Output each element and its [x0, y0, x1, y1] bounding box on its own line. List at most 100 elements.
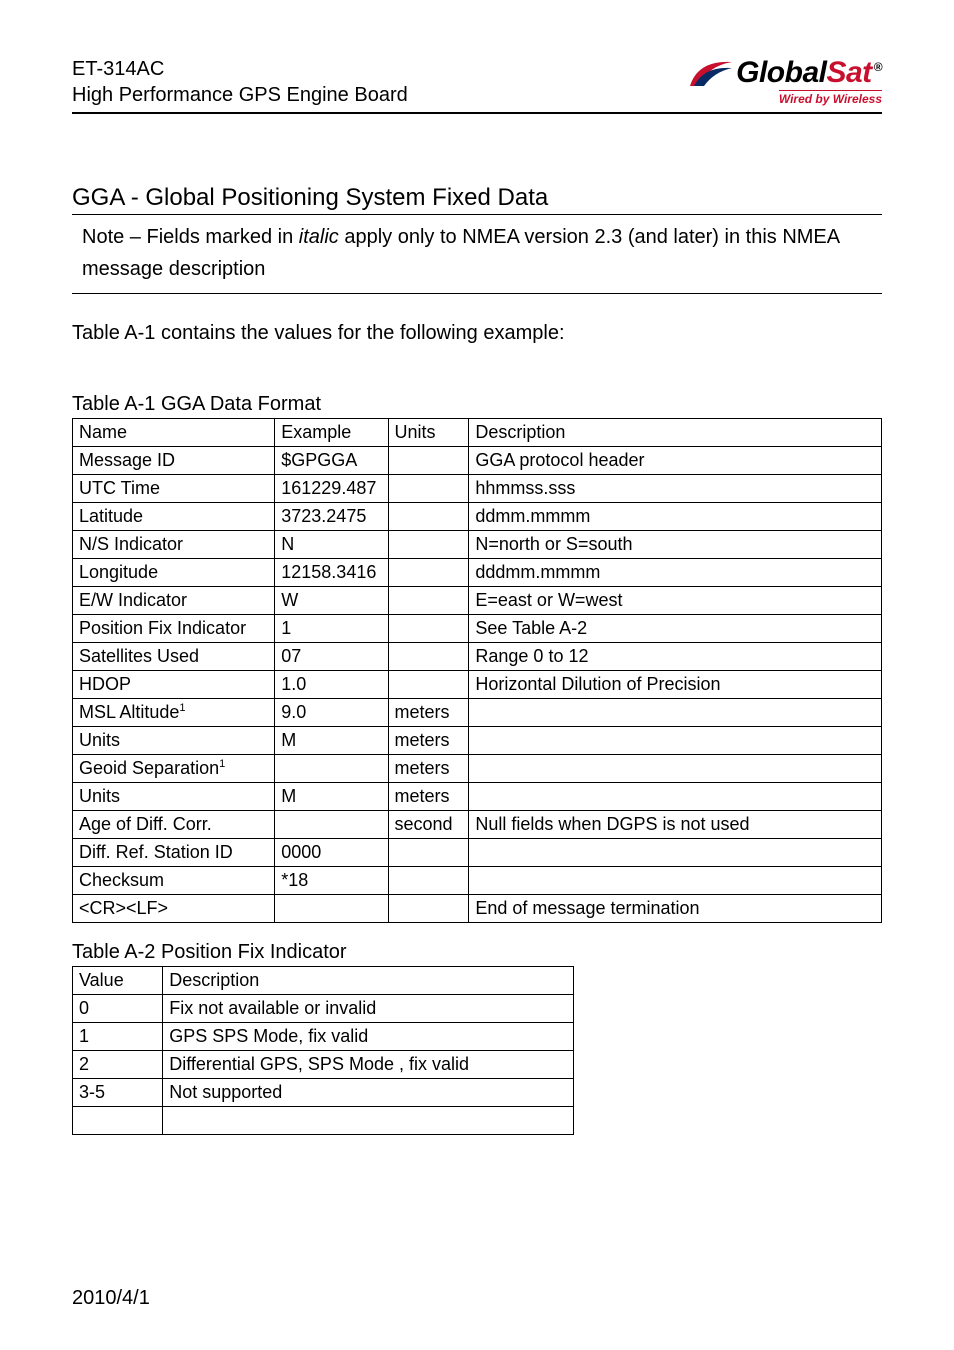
note-italic-word: italic — [299, 226, 339, 248]
product-desc: High Performance GPS Engine Board — [72, 82, 408, 108]
table-cell: M — [275, 783, 388, 811]
table-cell: GPS SPS Mode, fix valid — [163, 1023, 574, 1051]
th-units: Units — [388, 419, 469, 447]
table-cell: 1.0 — [275, 671, 388, 699]
table-cell: dddmm.mmmm — [469, 559, 882, 587]
table-cell: Units — [73, 783, 275, 811]
table-cell: UTC Time — [73, 475, 275, 503]
table-cell: Null fields when DGPS is not used — [469, 811, 882, 839]
table-cell — [275, 755, 388, 783]
table-a1-caption: Table A-1 GGA Data Format — [72, 393, 882, 416]
table-cell — [469, 867, 882, 895]
table-row: UnitsMmeters — [73, 727, 882, 755]
table-row: 1GPS SPS Mode, fix valid — [73, 1023, 574, 1051]
table-cell: ddmm.mmmm — [469, 503, 882, 531]
table-row: Geoid Separation1 meters — [73, 755, 882, 783]
note-box: Note – Fields marked in italic apply onl… — [72, 215, 882, 293]
intro-paragraph: Table A-1 contains the values for the fo… — [72, 322, 882, 345]
logo-word-global: Global — [736, 56, 826, 89]
table-cell: 9.0 — [275, 699, 388, 727]
footer-date: 2010/4/1 — [72, 1287, 150, 1310]
table-cell: second — [388, 811, 469, 839]
table-cell: 07 — [275, 643, 388, 671]
table-row: UTC Time161229.487hhmmss.sss — [73, 475, 882, 503]
table-row: N/S IndicatorN N=north or S=south — [73, 531, 882, 559]
table-cell: 0000 — [275, 839, 388, 867]
table-row: Message ID$GPGGAGGA protocol header — [73, 447, 882, 475]
header-rule — [72, 112, 882, 114]
table-cell: N/S Indicator — [73, 531, 275, 559]
table-row: E/W IndicatorWE=east or W=west — [73, 587, 882, 615]
table-cell: meters — [388, 699, 469, 727]
table-cell: N — [275, 531, 388, 559]
table-a2-caption: Table A-2 Position Fix Indicator — [72, 941, 882, 964]
th-desc2: Description — [163, 967, 574, 995]
table-row: Satellites Used07 Range 0 to 12 — [73, 643, 882, 671]
logo-word-sat: Sat — [826, 56, 871, 89]
table-cell: 3-5 — [73, 1079, 163, 1107]
logo: GlobalSat® Wired by Wireless — [688, 56, 882, 108]
table-row: Longitude12158.3416dddmm.mmmm — [73, 559, 882, 587]
table-a2-head-row: Value Description — [73, 967, 574, 995]
table-cell — [275, 811, 388, 839]
table-row: Checksum*18 — [73, 867, 882, 895]
table-cell — [469, 839, 882, 867]
table-cell: MSL Altitude1 — [73, 699, 275, 727]
table-cell — [388, 475, 469, 503]
table-a2: Value Description 0Fix not available or … — [72, 966, 574, 1135]
table-cell: $GPGGA — [275, 447, 388, 475]
table-cell: GGA protocol header — [469, 447, 882, 475]
table-cell — [73, 1107, 163, 1135]
th-value: Value — [73, 967, 163, 995]
table-cell — [469, 727, 882, 755]
th-desc: Description — [469, 419, 882, 447]
table-cell: 2 — [73, 1051, 163, 1079]
table-cell: E/W Indicator — [73, 587, 275, 615]
table-cell: 161229.487 — [275, 475, 388, 503]
table-cell: 12158.3416 — [275, 559, 388, 587]
logo-registered-mark: ® — [874, 60, 882, 74]
table-cell: Differential GPS, SPS Mode , fix valid — [163, 1051, 574, 1079]
table-cell: 1 — [73, 1023, 163, 1051]
table-row: Age of Diff. Corr.secondNull fields when… — [73, 811, 882, 839]
table-row: 2Differential GPS, SPS Mode , fix valid — [73, 1051, 574, 1079]
table-cell — [388, 559, 469, 587]
table-cell: See Table A-2 — [469, 615, 882, 643]
table-row: <CR><LF>End of message termination — [73, 895, 882, 923]
table-row: UnitsMmeters — [73, 783, 882, 811]
table-cell — [469, 699, 882, 727]
table-cell: Geoid Separation1 — [73, 755, 275, 783]
table-cell: Position Fix Indicator — [73, 615, 275, 643]
page-header: ET-314AC High Performance GPS Engine Boa… — [72, 56, 882, 108]
table-cell: HDOP — [73, 671, 275, 699]
table-row: Position Fix Indicator1 See Table A-2 — [73, 615, 882, 643]
table-cell: End of message termination — [469, 895, 882, 923]
table-cell: 1 — [275, 615, 388, 643]
note-prefix: Note – Fields marked in — [82, 226, 299, 248]
table-cell — [388, 839, 469, 867]
globalsat-swoosh-icon — [688, 56, 734, 90]
logo-top-row: GlobalSat® — [688, 56, 882, 90]
table-cell: Horizontal Dilution of Precision — [469, 671, 882, 699]
table-cell — [388, 671, 469, 699]
table-cell — [275, 895, 388, 923]
table-cell: meters — [388, 783, 469, 811]
header-left: ET-314AC High Performance GPS Engine Boa… — [72, 56, 408, 108]
table-cell: Latitude — [73, 503, 275, 531]
table-row — [73, 1107, 574, 1135]
table-cell — [388, 503, 469, 531]
logo-tagline: Wired by Wireless — [779, 90, 882, 106]
table-a1-head-row: Name Example Units Description — [73, 419, 882, 447]
table-cell: N=north or S=south — [469, 531, 882, 559]
logo-text: GlobalSat® — [736, 56, 882, 90]
table-cell — [388, 587, 469, 615]
table-cell: meters — [388, 755, 469, 783]
table-cell — [469, 755, 882, 783]
table-cell: Range 0 to 12 — [469, 643, 882, 671]
table-cell: Fix not available or invalid — [163, 995, 574, 1023]
table-cell: Satellites Used — [73, 643, 275, 671]
table-row: 3-5Not supported — [73, 1079, 574, 1107]
table-cell: *18 — [275, 867, 388, 895]
table-cell: Not supported — [163, 1079, 574, 1107]
table-cell: meters — [388, 727, 469, 755]
